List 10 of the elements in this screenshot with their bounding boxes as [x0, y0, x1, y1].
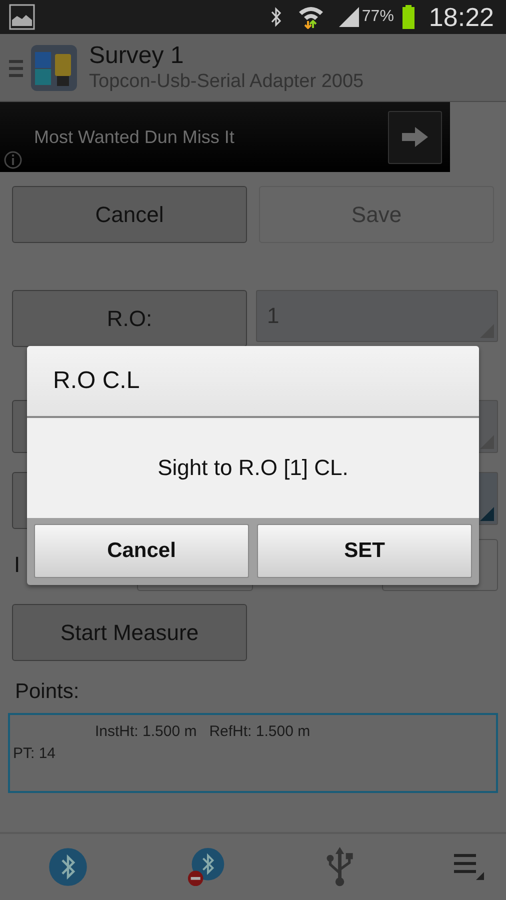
- points-label: Points:: [15, 680, 80, 704]
- battery-percent: 77%: [362, 8, 394, 26]
- dialog-title: R.O C.L: [53, 367, 140, 395]
- point-line: InstHt: 1.500 m RefHt: 1.500 m: [95, 722, 312, 742]
- clock: 18:22: [428, 2, 494, 32]
- ad-text: Most Wanted Dun Miss It: [34, 126, 236, 148]
- point-line: PT: 14: [13, 744, 57, 764]
- inst-label: I: [14, 552, 22, 578]
- app-title: Survey 1: [89, 42, 185, 70]
- dialog-message: Sight to R.O [1] CL.: [158, 455, 348, 481]
